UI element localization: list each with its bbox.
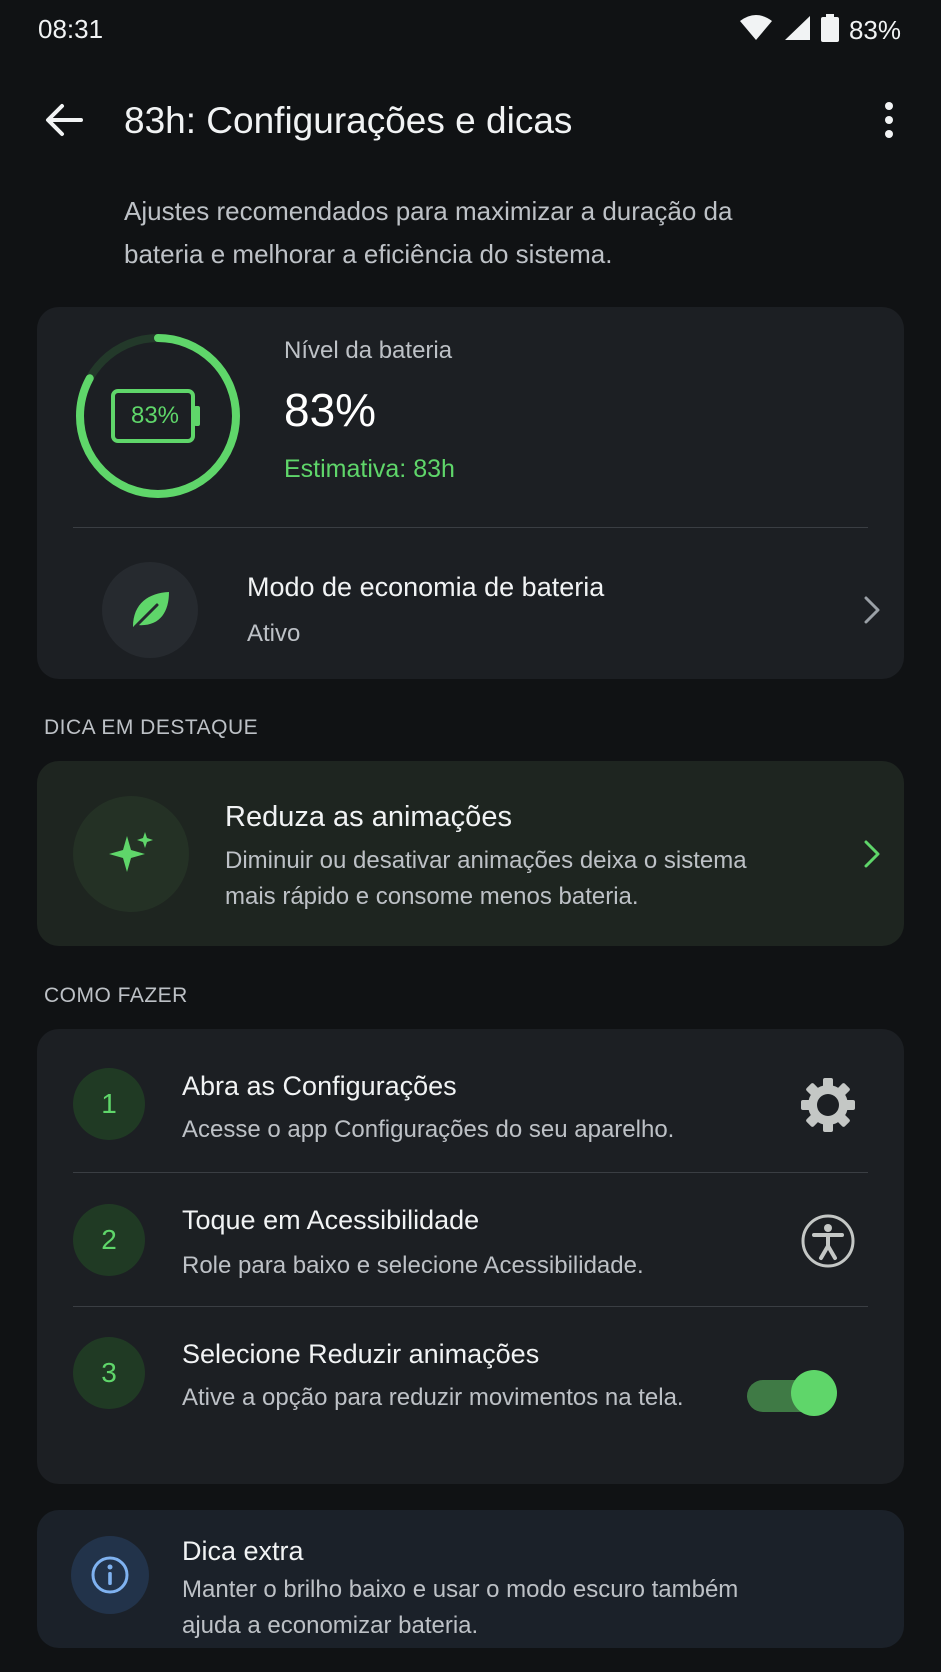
how-to-section-label: COMO FAZER [44,984,188,1007]
battery-card: 83% Nível da bateria 83% Estimativa: 83h… [37,307,904,679]
extra-tip-title: Dica extra [182,1536,304,1566]
arrow-left-icon [45,103,83,142]
status-icons: 83% [739,14,901,47]
chevron-right-icon [857,595,887,625]
step-description: Acesse o app Configurações do seu aparel… [182,1116,675,1143]
cell-signal-icon [783,15,811,46]
more-options-button[interactable] [863,96,915,148]
featured-tip-card[interactable]: Reduza as animações Diminuir ou desativa… [37,761,904,946]
page-title: 83h: Configurações e dicas [124,100,573,141]
leaf-icon [102,562,198,658]
toggle-thumb [791,1370,837,1416]
wifi-icon [739,15,773,46]
extra-tip-card: Dica extra Manter o brilho baixo e usar … [37,1510,904,1648]
extra-tip-description: Manter o brilho baixo e usar o modo escu… [182,1576,739,1639]
sparkle-icon [73,796,189,912]
battery-estimate: Estimativa: 83h [284,455,455,483]
divider [73,1172,868,1173]
reduce-animations-toggle[interactable] [747,1367,839,1419]
featured-tip-title: Reduza as animações [225,801,512,833]
step-number: 3 [73,1337,145,1409]
battery-saver-status: Ativo [247,620,301,647]
chevron-right-icon [857,839,887,869]
battery-ring-text: 83% [130,402,180,429]
divider [73,1306,868,1307]
back-button[interactable] [38,96,90,148]
battery-value: 83% [284,384,377,436]
status-battery-percent: 83% [848,15,901,45]
info-icon [71,1536,149,1614]
step-number: 2 [73,1204,145,1276]
intro-text: Ajustes recomendados para maximizar a du… [124,196,733,269]
battery-saver-row[interactable]: Modo de economia de bateria Ativo [37,528,904,679]
status-time: 08:31 [38,14,104,44]
step-number: 1 [73,1068,145,1140]
step-title: Toque em Acessibilidade [182,1205,480,1235]
step-title: Selecione Reduzir animações [182,1339,540,1369]
featured-section-label: DICA EM DESTAQUE [44,716,259,739]
battery-saver-title: Modo de economia de bateria [247,572,605,602]
battery-icon [820,14,839,47]
step-description: Ative a opção para reduzir movimentos na… [182,1384,684,1411]
accessibility-icon [800,1213,856,1274]
battery-label: Nível da bateria [284,337,453,364]
more-vert-icon [884,101,894,143]
featured-tip-description: Diminuir ou desativar animações deixa o … [225,847,747,910]
step-description: Role para baixo e selecione Acessibilida… [182,1252,644,1279]
gear-icon [800,1077,856,1138]
step-title: Abra as Configurações [182,1071,457,1101]
